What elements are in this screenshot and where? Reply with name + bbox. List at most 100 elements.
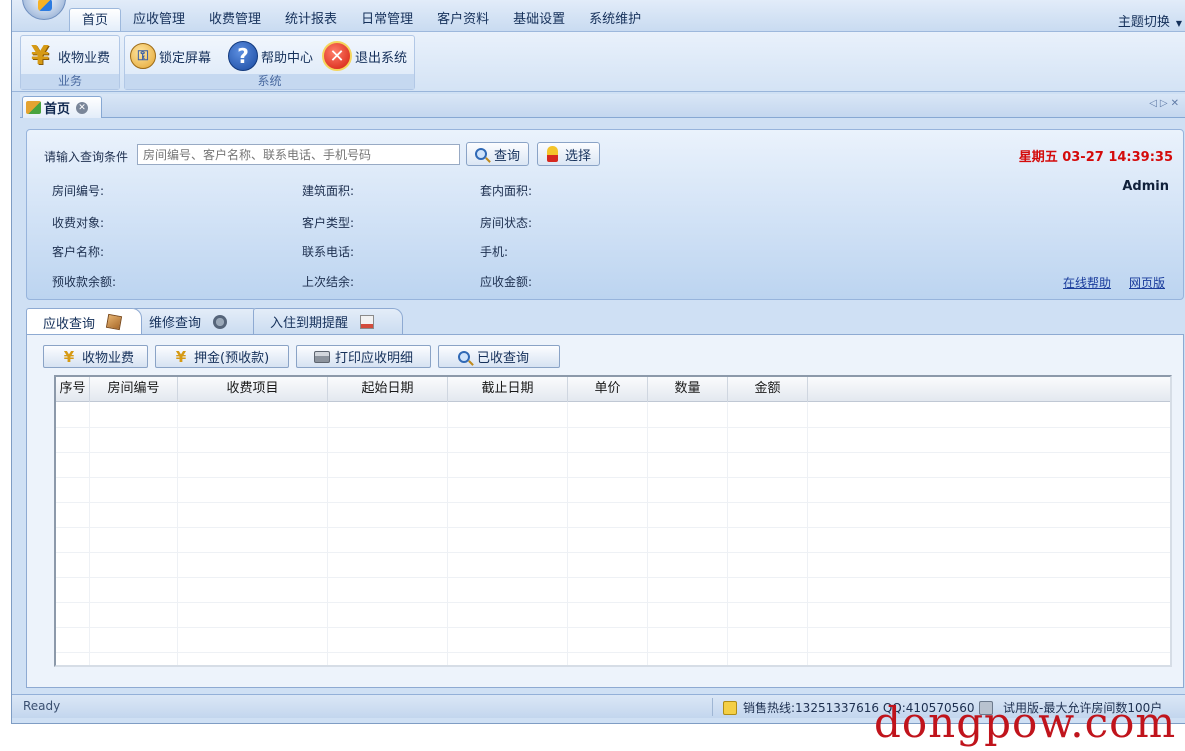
ribbon-group-label: 系统 bbox=[125, 74, 414, 89]
ribbon-panel: ¥ 收物业费 业务 ⚿ 锁定屏幕 ? 帮助中心 ✕ 退出系统 系统 bbox=[12, 32, 1185, 92]
field-receivable-amount: 应收金额: bbox=[480, 275, 533, 289]
close-all-icon[interactable]: ✕ bbox=[1171, 98, 1182, 109]
table-body bbox=[56, 402, 1170, 665]
collect-fee-button[interactable]: ¥ 收物业费 bbox=[43, 345, 148, 368]
field-contact-phone: 联系电话: bbox=[302, 245, 355, 259]
ribbon-tabs: 首页 应收管理 收费管理 统计报表 日常管理 客户资料 基础设置 系统维护 bbox=[69, 8, 653, 31]
scroll-right-icon[interactable]: ▷ bbox=[1160, 98, 1171, 109]
field-room-no: 房间编号: bbox=[52, 184, 105, 198]
search-button[interactable]: 查询 bbox=[466, 142, 530, 166]
query-prompt-label: 请输入查询条件 bbox=[44, 150, 129, 164]
theme-switch-dropdown[interactable]: 主题切换 ▼ bbox=[1118, 11, 1182, 30]
collect-fee-label: 收物业费 bbox=[82, 351, 135, 366]
ribbon-group-label: 业务 bbox=[21, 74, 119, 89]
document-tab-bar: 首页 ✕ ◁▷✕ bbox=[20, 94, 1185, 118]
deposit-button[interactable]: ¥ 押金(预收款) bbox=[155, 345, 289, 368]
received-query-label: 已收查询 bbox=[477, 351, 530, 366]
yen-icon: ¥ bbox=[30, 41, 50, 71]
field-inner-area: 套内面积: bbox=[480, 184, 533, 198]
note-icon bbox=[723, 700, 737, 715]
scroll-left-icon[interactable]: ◁ bbox=[1149, 98, 1160, 109]
watermark: dongpow.com bbox=[874, 698, 1177, 747]
receivable-table[interactable]: 序号 房间编号 收费项目 起始日期 截止日期 单价 数量 金额 bbox=[54, 375, 1172, 667]
column-header[interactable]: 金额 bbox=[728, 377, 808, 402]
ribbon-tab-customers[interactable]: 客户资料 bbox=[425, 8, 501, 31]
close-icon[interactable]: ✕ bbox=[76, 101, 89, 114]
home-icon bbox=[26, 101, 41, 114]
ribbon-tab-daily[interactable]: 日常管理 bbox=[349, 8, 425, 31]
search-icon bbox=[472, 145, 490, 163]
tab-receivable-query-label: 应收查询 bbox=[43, 316, 96, 332]
help-center-button[interactable]: ? 帮助中心 bbox=[228, 38, 313, 74]
help-center-label: 帮助中心 bbox=[261, 50, 314, 66]
column-header[interactable]: 单价 bbox=[568, 377, 648, 402]
tab-receivable-query[interactable]: 应收查询 bbox=[26, 308, 142, 335]
lock-screen-label: 锁定屏幕 bbox=[159, 50, 212, 66]
print-details-label: 打印应收明细 bbox=[335, 351, 414, 366]
ribbon-tab-reports[interactable]: 统计报表 bbox=[273, 8, 349, 31]
column-header[interactable]: 起始日期 bbox=[328, 377, 448, 402]
ribbon-group-business: ¥ 收物业费 业务 bbox=[20, 35, 120, 90]
table-header: 序号 房间编号 收费项目 起始日期 截止日期 单价 数量 金额 bbox=[56, 377, 1170, 402]
field-customer-type: 客户类型: bbox=[302, 216, 355, 230]
tab-repair-query[interactable]: 维修查询 bbox=[132, 308, 262, 334]
tab-repair-query-label: 维修查询 bbox=[149, 316, 202, 331]
select-button[interactable]: 选择 bbox=[537, 142, 601, 166]
ribbon-tab-receivable[interactable]: 应收管理 bbox=[121, 8, 197, 31]
doc-tab-home[interactable]: 首页 ✕ bbox=[22, 96, 102, 118]
web-version-link[interactable]: 网页版 bbox=[1129, 274, 1165, 291]
current-user: Admin bbox=[1122, 179, 1169, 194]
yen-icon: ¥ bbox=[175, 347, 187, 366]
ribbon-group-system: ⚿ 锁定屏幕 ? 帮助中心 ✕ 退出系统 系统 bbox=[124, 35, 415, 90]
search-input[interactable] bbox=[137, 144, 460, 165]
column-header[interactable]: 房间编号 bbox=[90, 377, 178, 402]
search-icon bbox=[455, 348, 473, 365]
ribbon-menu-bar: 首页 应收管理 收费管理 统计报表 日常管理 客户资料 基础设置 系统维护 主题… bbox=[12, 0, 1185, 32]
exit-system-button[interactable]: ✕ 退出系统 bbox=[322, 38, 407, 74]
field-mobile: 手机: bbox=[480, 245, 509, 259]
query-panel: 请输入查询条件 查询 选择 星期五 03-27 14:39:35 Admin 房… bbox=[26, 129, 1184, 300]
datetime-display: 星期五 03-27 14:39:35 bbox=[1018, 150, 1173, 165]
calendar-icon bbox=[360, 314, 375, 329]
ribbon-tab-maintenance[interactable]: 系统维护 bbox=[577, 8, 653, 31]
printer-icon bbox=[313, 348, 331, 365]
print-details-button[interactable]: 打印应收明细 bbox=[296, 345, 431, 368]
status-separator bbox=[712, 698, 713, 716]
column-header[interactable]: 截止日期 bbox=[448, 377, 568, 402]
lock-screen-icon: ⚿ bbox=[130, 43, 156, 69]
field-last-settlement: 上次结余: bbox=[302, 275, 355, 289]
app-menu-orb-icon[interactable] bbox=[22, 0, 66, 20]
receivable-query-panel: ¥ 收物业费 ¥ 押金(预收款) 打印应收明细 已收查询 序号 房间编号 收费项… bbox=[26, 334, 1184, 688]
theme-switch-label: 主题切换 bbox=[1117, 15, 1170, 30]
lock-screen-button[interactable]: ⚿ 锁定屏幕 bbox=[130, 38, 211, 74]
app-window: 首页 应收管理 收费管理 统计报表 日常管理 客户资料 基础设置 系统维护 主题… bbox=[11, 0, 1185, 724]
select-button-label: 选择 bbox=[565, 148, 592, 164]
field-charge-target: 收费对象: bbox=[52, 216, 105, 230]
ribbon-tab-settings[interactable]: 基础设置 bbox=[501, 8, 577, 31]
field-customer-name: 客户名称: bbox=[52, 245, 105, 259]
package-icon bbox=[105, 313, 123, 331]
column-header[interactable]: 收费项目 bbox=[178, 377, 328, 402]
pick-icon bbox=[543, 145, 561, 163]
deposit-label: 押金(预收款) bbox=[194, 351, 270, 366]
yen-icon: ¥ bbox=[63, 347, 75, 366]
field-building-area: 建筑面积: bbox=[302, 184, 355, 198]
ribbon-tab-charges[interactable]: 收费管理 bbox=[197, 8, 273, 31]
online-help-link[interactable]: 在线帮助 bbox=[1063, 274, 1111, 291]
help-icon: ? bbox=[228, 41, 258, 71]
tools-icon bbox=[213, 314, 228, 329]
doc-tab-navigation[interactable]: ◁▷✕ bbox=[1149, 98, 1182, 109]
tab-checkin-reminder-label: 入住到期提醒 bbox=[270, 316, 349, 331]
received-query-button[interactable]: 已收查询 bbox=[438, 345, 560, 368]
field-room-status: 房间状态: bbox=[480, 216, 533, 230]
field-prepaid-balance: 预收款余额: bbox=[52, 275, 117, 289]
column-header[interactable]: 数量 bbox=[648, 377, 728, 402]
collect-fee-ribbon-button[interactable]: ¥ 收物业费 bbox=[25, 38, 110, 74]
tab-checkin-reminder[interactable]: 入住到期提醒 bbox=[253, 308, 403, 334]
doc-tab-label: 首页 bbox=[44, 102, 71, 117]
column-header[interactable]: 序号 bbox=[56, 377, 90, 402]
exit-icon: ✕ bbox=[322, 41, 352, 71]
search-button-label: 查询 bbox=[494, 148, 521, 164]
ribbon-tab-home[interactable]: 首页 bbox=[69, 8, 122, 31]
status-ready: Ready bbox=[23, 699, 61, 713]
